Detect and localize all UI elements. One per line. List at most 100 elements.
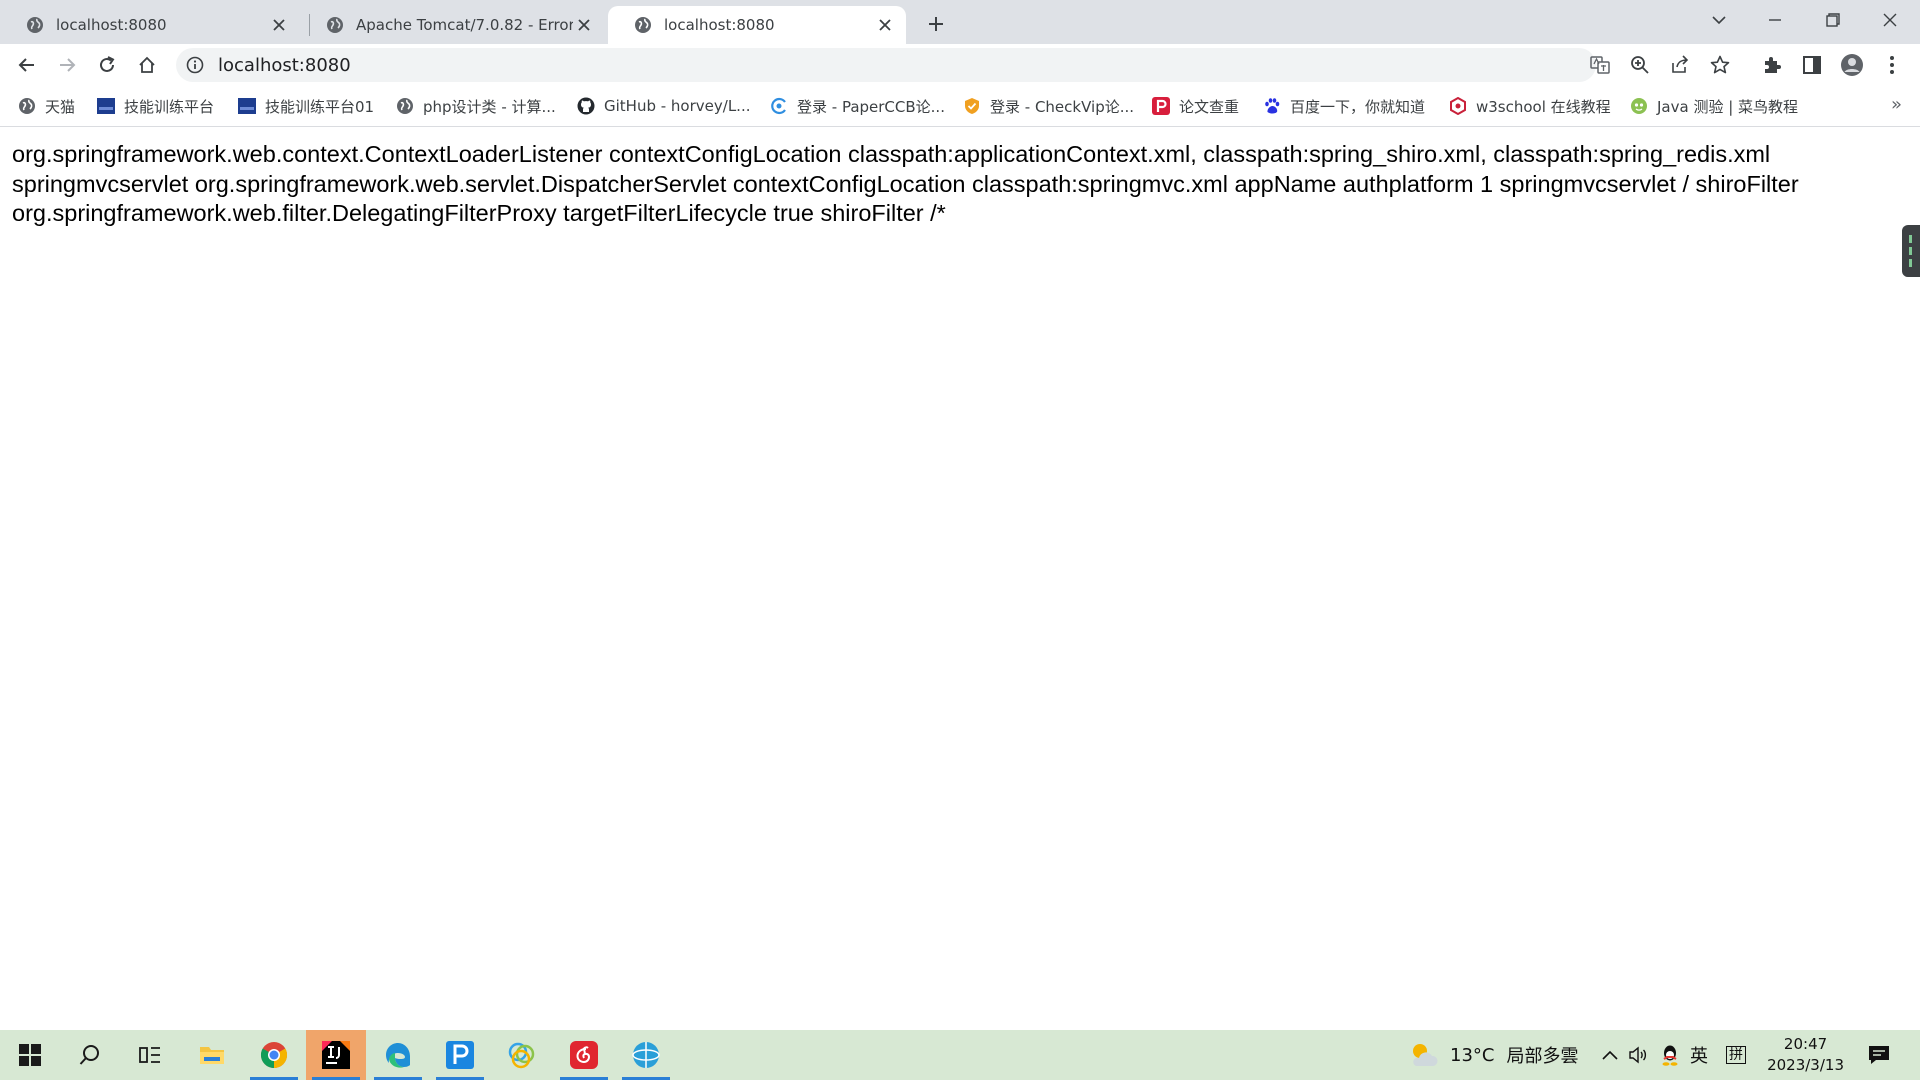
bookmark-paper-check[interactable]: 论文查重	[1152, 94, 1239, 118]
back-button[interactable]	[11, 49, 43, 81]
bookmark-label: 百度一下，你就知道	[1290, 97, 1426, 116]
bookmark-tmall[interactable]: 天猫	[18, 94, 75, 118]
start-button[interactable]	[0, 1030, 60, 1080]
page-body: org.springframework.web.context.ContextL…	[12, 140, 1892, 229]
file-explorer-icon[interactable]	[182, 1030, 242, 1080]
bookmark-skill-platform[interactable]: 技能训练平台	[97, 94, 214, 118]
bookmark-label: 登录 - CheckVip论...	[990, 97, 1135, 116]
close-icon[interactable]	[268, 14, 290, 36]
bookmark-label: 技能训练平台01	[265, 97, 375, 116]
tab-title: localhost:8080	[56, 16, 167, 34]
bookmark-label: 技能训练平台	[124, 97, 215, 116]
side-panel-button[interactable]	[1796, 49, 1828, 81]
bookmark-label: 论文查重	[1179, 97, 1240, 116]
tab-search-button[interactable]	[1691, 0, 1747, 40]
bookmark-php-design[interactable]: php设计类 - 计算...	[396, 94, 556, 118]
bookmark-label: 登录 - PaperCCB论...	[797, 97, 945, 116]
bookmark-baidu[interactable]: 百度一下，你就知道	[1263, 94, 1425, 118]
home-button[interactable]	[131, 49, 163, 81]
task-view-icon[interactable]	[120, 1030, 180, 1080]
bookmark-label: 天猫	[45, 97, 76, 116]
paperccb-icon	[770, 97, 788, 115]
address-url[interactable]: localhost:8080	[218, 55, 351, 76]
bookmark-checkvip[interactable]: 登录 - CheckVip论...	[963, 94, 1134, 118]
weather-description: 局部多雲	[1506, 1046, 1579, 1067]
platform-icon	[238, 97, 256, 115]
bookmarks-overflow-button[interactable]: »	[1891, 94, 1902, 115]
platform-icon	[97, 97, 115, 115]
show-hidden-icons-button[interactable]	[1602, 1030, 1618, 1080]
content-line: springmvcservlet org.springframework.web…	[12, 170, 1799, 197]
address-bar[interactable]: localhost:8080	[176, 48, 1730, 82]
chrome-icon[interactable]	[244, 1030, 304, 1080]
menu-kebab-icon[interactable]	[1876, 49, 1908, 81]
globe-icon	[26, 16, 44, 34]
tab-1[interactable]: localhost:8080	[0, 6, 300, 44]
tab-2[interactable]: Apache Tomcat/7.0.82 - Error report	[300, 6, 605, 44]
w3school-icon	[1449, 97, 1467, 115]
netease-music-icon[interactable]	[554, 1030, 614, 1080]
baidu-icon	[1263, 97, 1281, 115]
swirl-app-icon[interactable]	[492, 1030, 552, 1080]
ime-language[interactable]: 英	[1690, 1030, 1708, 1080]
checkvip-icon	[963, 97, 981, 115]
window-close-button[interactable]	[1862, 0, 1918, 40]
search-icon[interactable]	[60, 1030, 120, 1080]
globe-icon	[634, 16, 652, 34]
bookmark-skill-platform-01[interactable]: 技能训练平台01	[238, 94, 374, 118]
restore-button[interactable]	[1805, 0, 1861, 40]
globe-icon	[396, 97, 414, 115]
bookmark-label: Java 测验 | 菜鸟教程	[1657, 97, 1799, 116]
minimize-button[interactable]	[1747, 0, 1803, 40]
ime-mode[interactable]: 拼	[1726, 1030, 1746, 1080]
clock-time: 20:47	[1783, 1035, 1828, 1053]
paperpass-icon	[1152, 97, 1170, 115]
github-icon	[577, 97, 595, 115]
close-icon[interactable]	[874, 14, 896, 36]
tab-title: Apache Tomcat/7.0.82 - Error report	[356, 16, 573, 34]
system-clock[interactable]: 20:47 2023/3/13	[1767, 1034, 1844, 1076]
weather-widget[interactable]: 13°C 局部多雲	[1408, 1030, 1578, 1080]
intellij-icon[interactable]	[306, 1030, 366, 1080]
bookmark-label: GitHub - horvey/L...	[604, 97, 751, 115]
bing-globe-icon[interactable]	[616, 1030, 676, 1080]
tab-3-active[interactable]: localhost:8080	[608, 6, 906, 44]
ime-mode-label: 拼	[1726, 1046, 1746, 1064]
bookmark-star-icon[interactable]	[1708, 53, 1732, 77]
close-icon[interactable]	[573, 14, 595, 36]
taskbar: 13°C 局部多雲 英 拼 20:47 2023/3/13	[0, 1030, 1920, 1080]
bookmark-paperccb[interactable]: 登录 - PaperCCB论...	[770, 94, 945, 118]
extensions-button[interactable]	[1756, 49, 1788, 81]
translate-icon[interactable]	[1588, 53, 1612, 77]
tab-title: localhost:8080	[664, 16, 775, 34]
bookmark-label: w3school 在线教程	[1476, 97, 1611, 116]
notification-icon[interactable]	[1868, 1030, 1890, 1080]
weather-temperature: 13°C	[1450, 1044, 1495, 1066]
globe-icon	[18, 97, 36, 115]
browser-toolbar: localhost:8080	[0, 44, 1920, 86]
volume-icon[interactable]	[1628, 1030, 1648, 1080]
bookmark-github[interactable]: GitHub - horvey/L...	[577, 94, 750, 118]
side-extension-handle[interactable]	[1902, 225, 1920, 277]
weather-icon	[1408, 1041, 1440, 1069]
edge-icon[interactable]	[368, 1030, 428, 1080]
content-line: org.springframework.web.filter.Delegatin…	[12, 200, 946, 226]
globe-icon	[326, 16, 344, 34]
tab-strip: localhost:8080 Apache Tomcat/7.0.82 - Er…	[0, 0, 1920, 44]
share-icon[interactable]	[1668, 53, 1692, 77]
profile-avatar[interactable]	[1836, 49, 1868, 81]
bookmark-w3school[interactable]: w3school 在线教程	[1449, 94, 1611, 118]
bookmarks-bar: 天猫 技能训练平台 技能训练平台01 php设计类 - 计算... GitHub…	[0, 86, 1920, 127]
reload-button[interactable]	[91, 49, 123, 81]
bookmark-label: php设计类 - 计算...	[423, 97, 556, 116]
content-line: org.springframework.web.context.ContextL…	[12, 141, 1771, 167]
new-tab-button[interactable]	[922, 10, 950, 38]
runoob-icon	[1630, 97, 1648, 115]
bookmark-runoob-java[interactable]: Java 测验 | 菜鸟教程	[1630, 94, 1798, 118]
info-icon[interactable]	[186, 56, 204, 74]
forward-button[interactable]	[51, 49, 83, 81]
clock-date: 2023/3/13	[1767, 1056, 1844, 1074]
qq-icon[interactable]	[1662, 1030, 1678, 1080]
zoom-icon[interactable]	[1628, 53, 1652, 77]
p-app-icon[interactable]	[430, 1030, 490, 1080]
